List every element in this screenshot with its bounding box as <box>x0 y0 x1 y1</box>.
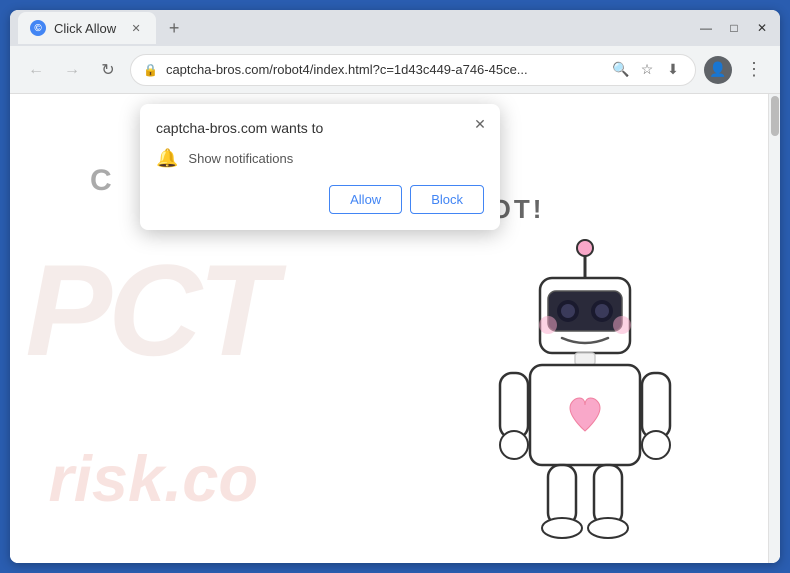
bookmark-icon[interactable]: ☆ <box>637 60 657 80</box>
tab-close-button[interactable]: ✕ <box>128 20 144 36</box>
close-button[interactable]: ✕ <box>752 18 772 38</box>
tab-title: Click Allow <box>54 21 116 36</box>
tab-favicon: © <box>30 20 46 36</box>
address-bar[interactable]: 🔒 captcha-bros.com/robot4/index.html?c=1… <box>130 54 696 86</box>
bell-icon: 🔔 <box>156 148 178 169</box>
dialog-close-button[interactable]: ✕ <box>468 112 492 136</box>
browser-content: PCT risk.co C ARE NOT A ROBOT! <box>10 94 780 563</box>
browser-outer-border: © Click Allow ✕ + — □ ✕ ← <box>0 0 790 573</box>
url-text: captcha-bros.com/robot4/index.html?c=1d4… <box>166 62 603 77</box>
maximize-button[interactable]: □ <box>724 18 744 38</box>
download-icon[interactable]: ⬇ <box>663 60 683 80</box>
block-button[interactable]: Block <box>410 185 484 214</box>
back-button[interactable]: ← <box>22 56 50 84</box>
captcha-header-text: C <box>90 164 114 198</box>
allow-button[interactable]: Allow <box>329 185 402 214</box>
browser-window: © Click Allow ✕ + — □ ✕ ← <box>10 10 780 563</box>
watermark-pct: PCT <box>25 235 273 385</box>
profile-button[interactable]: 👤 <box>704 56 732 84</box>
title-bar: © Click Allow ✕ + — □ ✕ <box>10 10 780 46</box>
dialog-buttons: Allow Block <box>156 185 484 214</box>
window-controls: — □ ✕ <box>696 18 772 38</box>
reload-button[interactable]: ↻ <box>94 56 122 84</box>
scrollbar-thumb[interactable] <box>771 96 779 136</box>
forward-button[interactable]: → <box>58 56 86 84</box>
lock-icon: 🔒 <box>143 63 158 77</box>
watermark-risk: risk.co <box>49 441 259 516</box>
minimize-button[interactable]: — <box>696 18 716 38</box>
search-icon[interactable]: 🔍 <box>611 60 631 80</box>
scrollbar[interactable] <box>768 94 780 563</box>
menu-button[interactable]: ⋮ <box>740 56 768 84</box>
notification-row: 🔔 Show notifications <box>156 148 484 169</box>
new-tab-button[interactable]: + <box>160 14 188 42</box>
robot-illustration <box>470 233 700 563</box>
browser-tab[interactable]: © Click Allow ✕ <box>18 12 156 44</box>
dialog-title: captcha-bros.com wants to <box>156 120 484 136</box>
notification-dialog: ✕ captcha-bros.com wants to 🔔 Show notif… <box>140 104 500 230</box>
notification-label: Show notifications <box>188 151 293 166</box>
address-bar-icons: 🔍 ☆ ⬇ <box>611 60 683 80</box>
navigation-bar: ← → ↻ 🔒 captcha-bros.com/robot4/index.ht… <box>10 46 780 94</box>
